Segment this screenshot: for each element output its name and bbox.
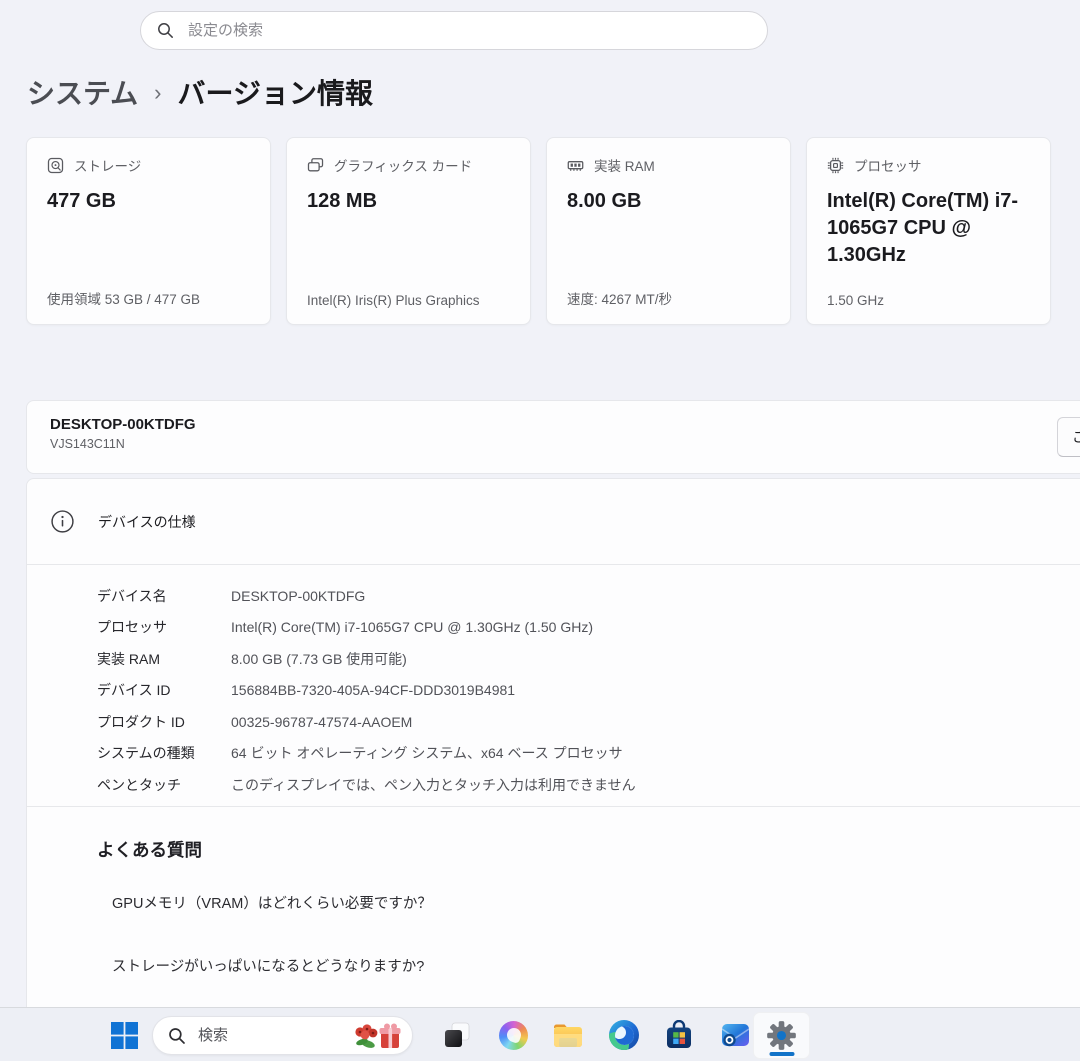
spec-row-label: 実装 RAM [97,650,160,667]
spec-row-value: 156884BB-7320-405A-94CF-DDD3019B4981 [231,682,516,699]
settings-gear-icon [767,1021,796,1050]
faq-title: よくある質問 [97,840,202,860]
taskbar [0,1007,1080,1061]
edge-icon [609,1020,639,1050]
spec-row-label: デバイス ID [97,682,171,699]
breadcrumb: システム › バージョン情報 [27,72,373,112]
divider [27,806,1080,807]
processor-icon [827,157,844,173]
spec-row-value: このディスプレイでは、ペン入力とタッチ入力は利用できません [231,776,636,793]
spec-card-value: 8.00 GB [567,190,642,212]
ram-card[interactable]: 実装 RAM 8.00 GB 速度: 4267 MT/秒 [546,137,791,325]
device-specs-header[interactable]: デバイスの仕様 [27,479,1080,564]
spec-row-value: 00325-96787-47574-AAOEM [231,713,413,730]
settings-search-box[interactable] [140,11,768,50]
ram-icon [567,160,584,171]
spec-row-label: プロダクト ID [97,713,185,730]
spec-card-label: プロセッサ [854,159,922,174]
spec-card-caption: 使用領域 53 GB / 477 GB [47,292,201,307]
device-model: VJS143C11N [50,437,125,451]
faq-question-storage-full[interactable]: ストレージがいっぱいになるとどうなりますか? [112,955,424,976]
table-row: システムの種類 64 ビット オペレーティング システム、x64 ベース プロセ… [97,738,1065,770]
spec-card-label: グラフィックス カード [334,159,473,174]
info-icon [51,510,74,533]
table-row: デバイス名 DESKTOP-00KTDFG [97,580,1065,612]
spec-row-label: プロセッサ [97,619,167,636]
spec-card-label: ストレージ [74,159,142,174]
spec-row-value: 8.00 GB (7.73 GB 使用可能) [231,650,407,667]
spec-card-value: 128 MB [307,190,378,212]
spec-card-value: 477 GB [47,190,116,212]
device-specs-expander: デバイスの仕様 デバイス名 DESKTOP-00KTDFG プロセッサ Inte… [26,478,1080,1038]
spec-card-caption: 速度: 4267 MT/秒 [567,292,673,307]
device-specs-title: デバイスの仕様 [98,513,196,530]
spec-row-label: ペンとタッチ [97,776,181,793]
graphics-card-icon [307,157,324,171]
outlook-button[interactable] [719,1019,751,1051]
table-row: ペンとタッチ このディスプレイでは、ペン入力とタッチ入力は利用できません [97,769,1065,801]
storage-card[interactable]: ストレージ 477 GB 使用領域 53 GB / 477 GB [26,137,271,325]
spec-card-value: Intel(R) Core(TM) i7-1065G7 CPU @ 1.30GH… [827,190,1019,266]
chevron-right-icon: › [154,80,162,105]
settings-button[interactable] [753,1012,810,1059]
spec-card-caption: 1.50 GHz [827,293,885,308]
spec-row-label: デバイス名 [97,587,167,604]
faq-question-vram[interactable]: GPUメモリ（VRAM）はどれくらい必要ですか？ [112,892,432,913]
graphics-card-card[interactable]: グラフィックス カード 128 MB Intel(R) Iris(R) Plus… [286,137,531,325]
storage-icon [47,157,64,173]
spec-cards-row: ストレージ 477 GB 使用領域 53 GB / 477 GB グラフィックス… [26,137,1051,325]
table-row: プロセッサ Intel(R) Core(TM) i7-1065G7 CPU @ … [97,612,1065,644]
table-row: 実装 RAM 8.00 GB (7.73 GB 使用可能) [97,643,1065,675]
settings-window: システム › バージョン情報 ストレージ 477 GB 使用領域 53 GB /… [0,0,1080,1061]
page-title: バージョン情報 [177,78,373,109]
taskbar-search-input[interactable] [198,1027,348,1044]
copilot-button[interactable] [497,1019,529,1051]
device-name-banner: DESKTOP-00KTDFG VJS143C11N こ [26,400,1080,474]
spec-row-value: 64 ビット オペレーティング システム、x64 ベース プロセッサ [231,745,623,762]
divider [27,564,1080,565]
active-app-indicator [769,1052,794,1056]
edge-button[interactable] [608,1019,640,1051]
flowers-gift-icon [355,1023,401,1048]
spec-row-value: Intel(R) Core(TM) i7-1065G7 CPU @ 1.30GH… [231,619,593,636]
windows-start-button[interactable] [111,1022,138,1049]
spec-card-label: 実装 RAM [594,159,655,174]
task-view-button[interactable] [441,1019,473,1051]
spec-card-caption: Intel(R) Iris(R) Plus Graphics [307,293,480,308]
rename-pc-button[interactable]: こ [1057,417,1080,457]
settings-search-input[interactable] [188,22,751,39]
microsoft-store-button[interactable] [663,1019,695,1051]
copilot-icon [498,1020,528,1050]
search-icon [169,1027,185,1044]
taskbar-search-box[interactable] [152,1016,413,1055]
file-explorer-button[interactable] [552,1019,584,1051]
spec-row-value: DESKTOP-00KTDFG [231,587,366,604]
spec-row-label: システムの種類 [97,745,195,762]
device-specs-table: デバイス名 DESKTOP-00KTDFG プロセッサ Intel(R) Cor… [97,580,1065,801]
table-row: デバイス ID 156884BB-7320-405A-94CF-DDD3019B… [97,675,1065,707]
processor-card[interactable]: プロセッサ Intel(R) Core(TM) i7-1065G7 CPU @ … [806,137,1051,325]
table-row: プロダクト ID 00325-96787-47574-AAOEM [97,706,1065,738]
device-name: DESKTOP-00KTDFG [50,416,196,433]
search-icon [158,23,173,38]
breadcrumb-system[interactable]: システム [27,72,138,112]
